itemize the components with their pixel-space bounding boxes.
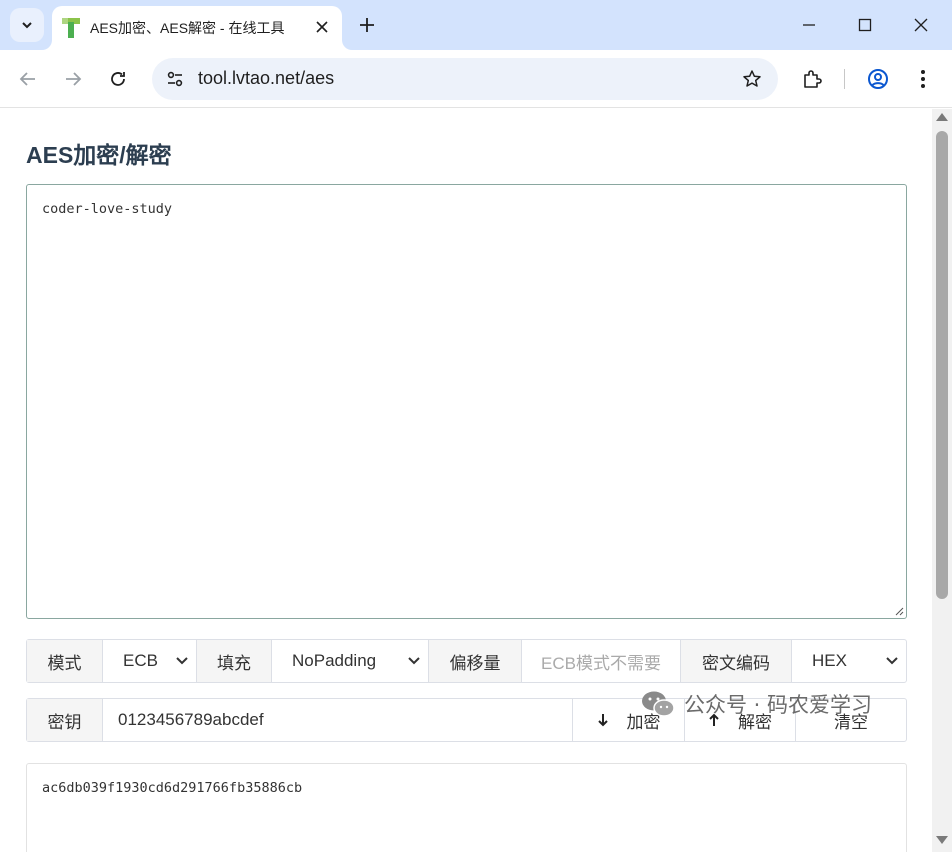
watermark-text: 公众号 · 码农爱学习 xyxy=(684,693,873,717)
page-content: AES加密/解密 coder-love-study 模式 ECB 填充 NoPa… xyxy=(0,109,932,852)
plus-icon xyxy=(360,18,374,32)
tab-title: AES加密、AES解密 - 在线工具 xyxy=(90,20,285,36)
chevron-down-icon xyxy=(22,22,32,29)
scroll-down-arrow-icon[interactable] xyxy=(936,836,948,844)
ciphertext-output[interactable]: ac6db039f1930cd6d291766fb35886cb xyxy=(26,763,907,852)
mode-label: 模式 xyxy=(27,640,103,682)
encoding-select[interactable]: HEX xyxy=(792,640,906,682)
toolbar-divider xyxy=(844,69,845,89)
key-label: 密钥 xyxy=(27,699,103,741)
forward-button[interactable] xyxy=(57,63,89,95)
tune-icon xyxy=(167,71,183,87)
mode-select[interactable]: ECB xyxy=(103,640,197,682)
site-info-button[interactable] xyxy=(160,64,190,94)
reload-button[interactable] xyxy=(102,63,134,95)
active-tab[interactable]: AES加密、AES解密 - 在线工具 xyxy=(52,6,342,50)
wechat-icon xyxy=(642,691,675,717)
page-title: AES加密/解密 xyxy=(26,142,172,168)
maximize-icon xyxy=(858,18,872,32)
menu-button[interactable] xyxy=(907,63,939,95)
close-icon xyxy=(316,21,328,33)
puzzle-icon xyxy=(804,70,822,88)
plaintext-value: coder-love-study xyxy=(42,201,173,217)
arrow-left-icon xyxy=(19,72,35,86)
more-vert-icon xyxy=(921,70,925,88)
offset-input[interactable]: ECB模式不需要 xyxy=(522,640,681,682)
window-close-button[interactable] xyxy=(898,8,944,42)
chevron-down-icon xyxy=(176,657,188,665)
account-circle-icon xyxy=(868,69,888,89)
extensions-button[interactable] xyxy=(796,63,828,95)
url-text[interactable]: tool.lvtao.net/aes xyxy=(198,68,334,89)
encoding-label: 密文编码 xyxy=(681,640,792,682)
site-favicon-icon xyxy=(62,18,80,38)
chevron-down-icon xyxy=(408,657,420,665)
page-scrollbar[interactable] xyxy=(932,109,952,852)
arrow-down-icon xyxy=(597,714,608,727)
minimize-icon xyxy=(803,24,815,26)
minimize-button[interactable] xyxy=(786,8,832,42)
tab-strip: AES加密、AES解密 - 在线工具 xyxy=(0,0,952,50)
padding-label: 填充 xyxy=(197,640,272,682)
watermark: 公众号 · 码农爱学习 xyxy=(640,689,872,719)
padding-select-value: NoPadding xyxy=(292,651,377,670)
arrow-right-icon xyxy=(66,72,82,86)
offset-label: 偏移量 xyxy=(429,640,522,682)
tab-search-button[interactable] xyxy=(10,8,44,42)
chevron-down-icon xyxy=(886,657,898,665)
options-row: 模式 ECB 填充 NoPadding 偏移量 ECB模式不需要 密文编码 HE… xyxy=(26,639,907,683)
tab-close-button[interactable] xyxy=(312,17,332,37)
resize-grip-icon[interactable] xyxy=(895,607,904,616)
plaintext-input[interactable]: coder-love-study xyxy=(26,184,907,619)
maximize-button[interactable] xyxy=(842,8,888,42)
key-input[interactable]: 0123456789abcdef xyxy=(103,699,573,741)
reload-icon xyxy=(111,72,125,86)
ciphertext-value: ac6db039f1930cd6d291766fb35886cb xyxy=(42,780,303,796)
profile-button[interactable] xyxy=(862,63,894,95)
padding-select[interactable]: NoPadding xyxy=(272,640,429,682)
browser-toolbar: tool.lvtao.net/aes xyxy=(0,50,952,108)
encoding-select-value: HEX xyxy=(812,651,847,670)
close-icon xyxy=(914,18,928,32)
bookmark-button[interactable] xyxy=(740,67,764,91)
new-tab-button[interactable] xyxy=(354,12,380,38)
scroll-thumb[interactable] xyxy=(936,131,948,599)
mode-select-value: ECB xyxy=(123,651,158,670)
star-icon xyxy=(743,70,761,87)
back-button[interactable] xyxy=(12,63,44,95)
scroll-up-arrow-icon[interactable] xyxy=(936,113,948,121)
address-bar[interactable]: tool.lvtao.net/aes xyxy=(152,58,778,100)
